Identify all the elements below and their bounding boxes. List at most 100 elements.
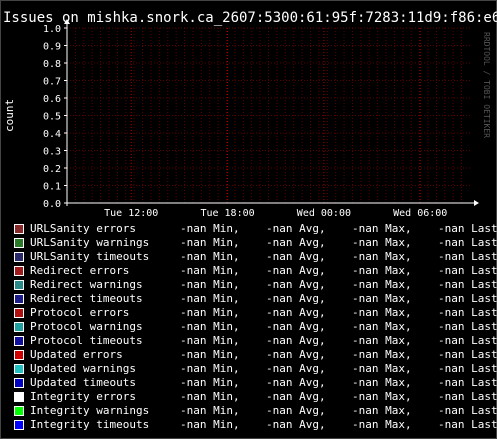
legend-max-value: -nan Max, xyxy=(352,222,412,235)
legend-row: Integrity errors -nan Min, -nan Avg, -nan M… xyxy=(14,390,497,404)
legend-avg-value: -nan Avg, xyxy=(266,418,326,431)
legend-avg-value: -nan Avg, xyxy=(266,334,326,347)
legend-row: Redirect errors -nan Min, -nan Avg, -nan Ma… xyxy=(14,264,497,278)
legend-min-value: -nan Min, xyxy=(180,222,240,235)
legend-series-name: Integrity errors xyxy=(30,390,136,403)
legend-min-value: -nan Min, xyxy=(180,376,240,389)
legend-last-value: -nan Last xyxy=(438,348,497,361)
legend-last-value: -nan Last xyxy=(438,362,497,375)
y-tick-label: 0.4 xyxy=(43,129,61,140)
legend-min-value: -nan Min, xyxy=(180,348,240,361)
legend-row: URLSanity warnings -nan Min, -nan Avg, -nan… xyxy=(14,236,497,250)
legend-max-value: -nan Max, xyxy=(352,376,412,389)
legend-swatch xyxy=(14,350,24,360)
legend-max-value: -nan Max, xyxy=(352,348,412,361)
y-tick-label: 0.9 xyxy=(43,42,61,53)
legend-row: Protocol timeouts -nan Min, -nan Avg, -nan … xyxy=(14,334,497,348)
legend-avg-value: -nan Avg, xyxy=(266,278,326,291)
legend-swatch xyxy=(14,420,24,430)
legend-series-name: URLSanity timeouts xyxy=(30,250,150,263)
legend-avg-value: -nan Avg, xyxy=(266,250,326,263)
legend-last-value: -nan Last xyxy=(438,236,497,249)
legend-row: Updated warnings -nan Min, -nan Avg, -nan M… xyxy=(14,362,497,376)
legend-min-value: -nan Min, xyxy=(180,278,240,291)
legend-max-value: -nan Max, xyxy=(352,390,412,403)
legend-last-value: -nan Last xyxy=(438,292,497,305)
legend-swatch xyxy=(14,238,24,248)
legend-avg-value: -nan Avg, xyxy=(266,292,326,305)
legend-swatch xyxy=(14,280,24,290)
y-tick-label: 1.0 xyxy=(43,24,61,35)
legend-swatch xyxy=(14,308,24,318)
chart-plot: 0.0 0.1 0.2 0.3 0.4 0.5 0.6 0.7 0.8 0.9 1.0 Tue 12:… xyxy=(43,19,479,219)
x-axis-arrow xyxy=(474,200,479,206)
legend-series-name: Updated timeouts xyxy=(30,376,136,389)
legend-row: URLSanity errors -nan Min, -nan Avg, -nan M… xyxy=(14,222,497,236)
legend-min-value: -nan Min, xyxy=(180,250,240,263)
legend-row: Updated errors -nan Min, -nan Avg, -nan Max… xyxy=(14,348,497,362)
legend-max-value: -nan Max, xyxy=(352,264,412,277)
y-tick-label: 0.3 xyxy=(43,147,61,158)
legend-swatch xyxy=(14,378,24,388)
legend-max-value: -nan Max, xyxy=(352,320,412,333)
legend-last-value: -nan Last xyxy=(438,222,497,235)
legend-row: Integrity warnings -nan Min, -nan Avg, -nan… xyxy=(14,404,497,418)
legend-max-value: -nan Max, xyxy=(352,418,412,431)
x-tick-label: Wed 00:00 xyxy=(297,208,351,219)
legend-swatch xyxy=(14,406,24,416)
legend-series-name: Updated errors xyxy=(30,348,123,361)
legend-min-value: -nan Min, xyxy=(180,404,240,417)
legend-avg-value: -nan Avg, xyxy=(266,264,326,277)
y-tick-label: 0.0 xyxy=(43,199,61,210)
y-tick-label: 0.1 xyxy=(43,182,61,193)
legend-avg-value: -nan Avg, xyxy=(266,348,326,361)
legend-last-value: -nan Last xyxy=(438,306,497,319)
y-tick-label: 0.6 xyxy=(43,94,61,105)
legend-swatch xyxy=(14,224,24,234)
y-tick-label: 0.8 xyxy=(43,59,61,70)
legend-last-value: -nan Last xyxy=(438,418,497,431)
legend-swatch xyxy=(14,322,24,332)
legend-avg-value: -nan Avg, xyxy=(266,320,326,333)
x-tick-label: Tue 12:00 xyxy=(104,208,158,219)
legend-avg-value: -nan Avg, xyxy=(266,236,326,249)
legend-min-value: -nan Min, xyxy=(180,334,240,347)
legend: URLSanity errors -nan Min, -nan Avg, -nan M… xyxy=(14,222,497,432)
legend-max-value: -nan Max, xyxy=(352,362,412,375)
legend-row: Protocol warnings -nan Min, -nan Avg, -nan … xyxy=(14,320,497,334)
legend-series-name: Protocol warnings xyxy=(30,320,143,333)
y-tick-label: 0.5 xyxy=(43,112,61,123)
legend-row: Redirect timeouts -nan Min, -nan Avg, -nan … xyxy=(14,292,497,306)
legend-last-value: -nan Last xyxy=(438,390,497,403)
legend-series-name: Integrity warnings xyxy=(30,404,150,417)
legend-min-value: -nan Min, xyxy=(180,236,240,249)
legend-swatch xyxy=(14,392,24,402)
legend-series-name: Redirect warnings xyxy=(30,278,143,291)
legend-avg-value: -nan Avg, xyxy=(266,222,326,235)
legend-series-name: Redirect errors xyxy=(30,264,130,277)
legend-last-value: -nan Last xyxy=(438,320,497,333)
legend-max-value: -nan Max, xyxy=(352,292,412,305)
legend-series-name: URLSanity errors xyxy=(30,222,136,235)
legend-max-value: -nan Max, xyxy=(352,278,412,291)
legend-row: Updated timeouts -nan Min, -nan Avg, -nan M… xyxy=(14,376,497,390)
legend-swatch xyxy=(14,294,24,304)
legend-series-name: URLSanity warnings xyxy=(30,236,150,249)
legend-min-value: -nan Min, xyxy=(180,362,240,375)
legend-last-value: -nan Last xyxy=(438,334,497,347)
legend-max-value: -nan Max, xyxy=(352,236,412,249)
legend-avg-value: -nan Avg, xyxy=(266,306,326,319)
legend-row: Protocol errors -nan Min, -nan Avg, -nan Ma… xyxy=(14,306,497,320)
legend-avg-value: -nan Avg, xyxy=(266,376,326,389)
legend-series-name: Protocol errors xyxy=(30,306,130,319)
y-tick-label: 0.2 xyxy=(43,164,61,175)
legend-row: URLSanity timeouts -nan Min, -nan Avg, -nan… xyxy=(14,250,497,264)
y-tick-label: 0.7 xyxy=(43,77,61,88)
legend-min-value: -nan Min, xyxy=(180,264,240,277)
legend-swatch xyxy=(14,252,24,262)
legend-min-value: -nan Min, xyxy=(180,320,240,333)
legend-avg-value: -nan Avg, xyxy=(266,390,326,403)
legend-max-value: -nan Max, xyxy=(352,404,412,417)
legend-min-value: -nan Min, xyxy=(180,418,240,431)
legend-min-value: -nan Min, xyxy=(180,390,240,403)
